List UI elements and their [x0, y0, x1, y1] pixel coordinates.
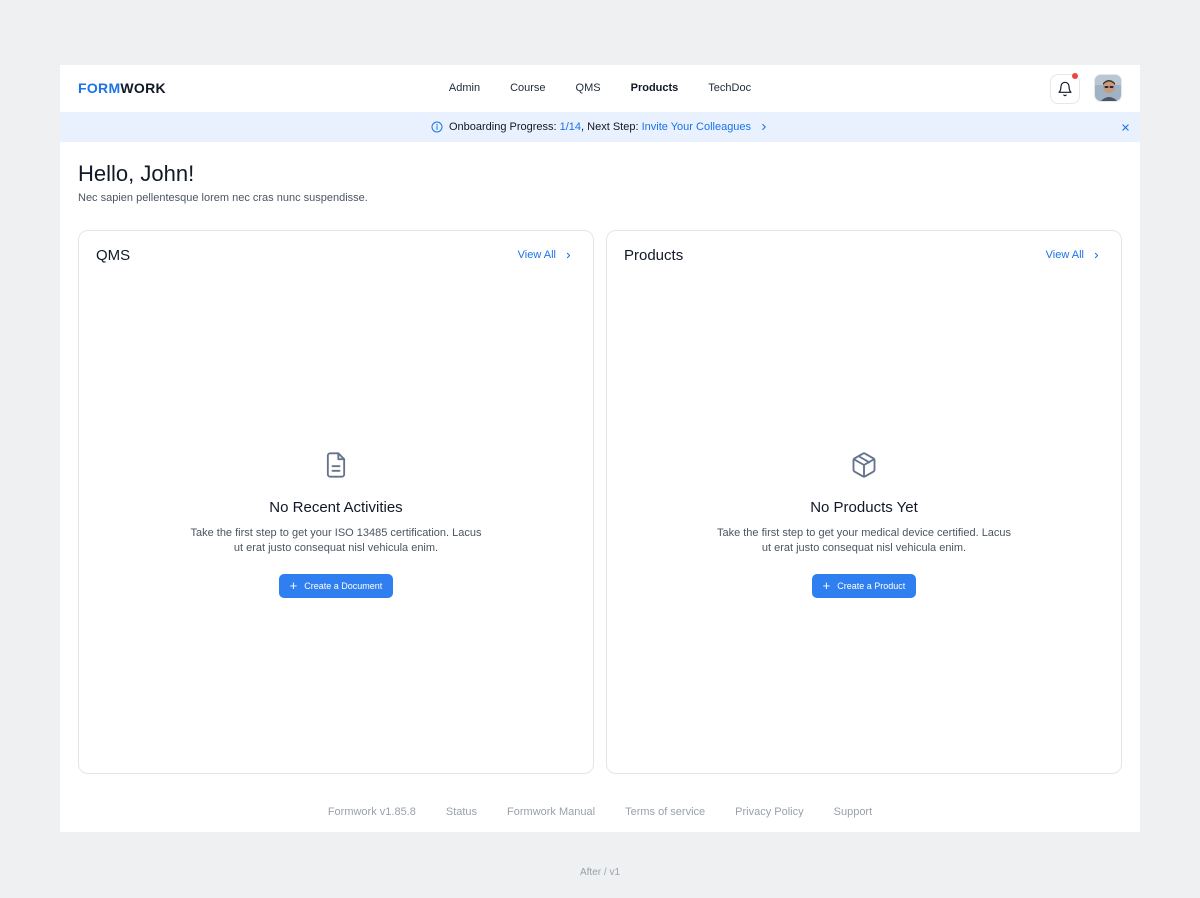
avatar-image: [1095, 75, 1121, 101]
box-icon: [852, 452, 876, 478]
card-title: QMS: [96, 247, 131, 264]
close-banner-button[interactable]: [1118, 120, 1132, 134]
nav-item-techdoc[interactable]: TechDoc: [693, 82, 766, 94]
footer: Formwork v1.85.8 Status Formwork Manual …: [60, 806, 1140, 818]
chevron-right-icon: [1094, 252, 1099, 258]
card-title: Products: [624, 247, 684, 264]
footer-link-privacy[interactable]: Privacy Policy: [735, 806, 803, 818]
close-icon: [1121, 123, 1129, 131]
footer-version: Formwork v1.85.8: [327, 806, 416, 818]
chevron-right-icon[interactable]: [759, 122, 769, 132]
brand-logo-part2: WORK: [120, 80, 166, 96]
chevron-right-icon: [566, 252, 571, 258]
top-header: FORMWORK Admin Course QMS Products TechD…: [60, 65, 1140, 112]
plus-icon: +: [289, 578, 298, 593]
qms-view-all-link[interactable]: View All: [518, 249, 573, 261]
nav-item-course[interactable]: Course: [495, 82, 560, 94]
button-label: Create a Document: [304, 581, 383, 591]
onboarding-progress-label: Onboarding Progress:: [448, 121, 560, 133]
empty-state: No Recent Activities Take the first step…: [79, 451, 593, 598]
app-window: FORMWORK Admin Course QMS Products TechD…: [60, 65, 1140, 832]
qms-card: QMS View All No Recent Activities Take t…: [78, 230, 594, 774]
empty-state-description: Take the first step to get your medical …: [716, 527, 1012, 554]
create-document-button[interactable]: + Create a Document: [278, 574, 394, 598]
brand-logo[interactable]: FORMWORK: [78, 80, 166, 96]
notification-dot: [1072, 73, 1078, 79]
products-view-all-link[interactable]: View All: [1046, 249, 1101, 261]
main-nav: Admin Course QMS Products TechDoc: [60, 82, 1140, 94]
empty-state-title: No Products Yet: [810, 499, 918, 516]
onboarding-progress-value: 1/14: [559, 121, 582, 133]
nav-item-qms[interactable]: QMS: [561, 82, 616, 94]
nav-item-products[interactable]: Products: [616, 82, 694, 94]
view-all-label: View All: [517, 249, 556, 261]
next-step-link[interactable]: Invite Your Colleagues: [642, 121, 751, 133]
footer-link-support[interactable]: Support: [834, 806, 873, 818]
footer-link-manual[interactable]: Formwork Manual: [507, 806, 595, 818]
notifications-button[interactable]: [1050, 73, 1080, 104]
page-subtitle: Nec sapien pellentesque lorem nec cras n…: [78, 192, 368, 204]
bell-icon: [1058, 81, 1072, 97]
document-icon: [326, 452, 346, 478]
nav-item-admin[interactable]: Admin: [434, 82, 495, 94]
brand-logo-part1: FORM: [78, 80, 121, 96]
create-product-button[interactable]: + Create a Product: [811, 574, 917, 598]
empty-state-title: No Recent Activities: [269, 499, 403, 516]
view-all-label: View All: [1045, 249, 1084, 261]
plus-icon: +: [822, 578, 831, 593]
user-avatar[interactable]: [1094, 74, 1122, 102]
page-title: Hello, John!: [78, 161, 195, 186]
button-label: Create a Product: [837, 581, 906, 591]
empty-state: No Products Yet Take the first step to g…: [607, 451, 1121, 598]
onboarding-banner: Onboarding Progress: 1/14, Next Step: In…: [60, 112, 1140, 142]
products-card: Products View All No Products Yet Take t…: [606, 230, 1122, 774]
footer-link-status[interactable]: Status: [446, 806, 477, 818]
empty-state-description: Take the first step to get your ISO 1348…: [190, 527, 482, 554]
info-icon: [431, 121, 443, 133]
version-caption: After / v1: [579, 867, 620, 878]
footer-link-terms[interactable]: Terms of service: [625, 806, 705, 818]
next-step-label: , Next Step:: [581, 121, 642, 133]
